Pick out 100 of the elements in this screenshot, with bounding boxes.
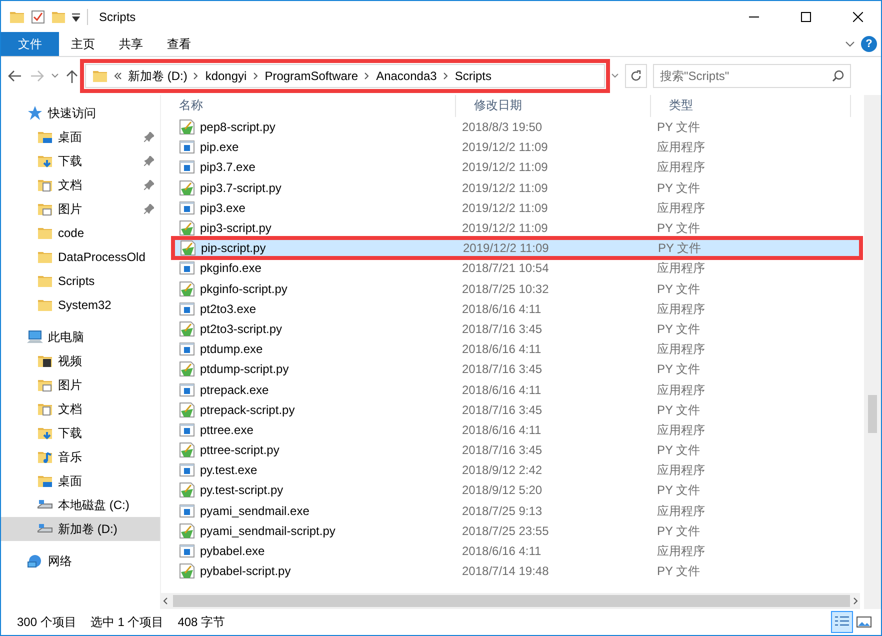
scrollbar-thumb[interactable] (173, 595, 850, 607)
sidebar-item[interactable]: 视频 (1, 349, 160, 373)
file-row[interactable]: ptrepack.exe 2018/6/16 4:11 应用程序 (173, 379, 861, 400)
sidebar-item[interactable]: System32 (1, 293, 160, 317)
ribbon-tab[interactable]: 共享 (107, 32, 155, 56)
sidebar-item[interactable]: 下载 (1, 149, 160, 173)
caret-icon[interactable] (71, 12, 81, 22)
sidebar-item[interactable]: 文档 (1, 173, 160, 197)
breadcrumb-link[interactable]: ProgramSoftware (264, 67, 358, 85)
file-type: 应用程序 (656, 543, 706, 560)
chevron-left-icon[interactable] (161, 597, 169, 605)
sidebar-item[interactable]: 本地磁盘 (C:) (1, 493, 160, 517)
sidebar-item[interactable]: 此电脑 (1, 325, 160, 349)
file-row[interactable]: pip3.7.exe 2019/12/2 11:09 应用程序 (173, 157, 861, 178)
column-header[interactable]: 类型 (651, 95, 851, 117)
sidebar-item[interactable]: 桌面 (1, 125, 160, 149)
properties-icon[interactable] (31, 10, 45, 24)
sidebar-item[interactable]: Scripts (1, 269, 160, 293)
breadcrumb-link[interactable]: kdongyi (205, 67, 247, 85)
file-row[interactable]: pkginfo-script.py 2018/7/25 10:32 PY 文件 (173, 278, 861, 299)
file-row[interactable]: pt2to3.exe 2018/6/16 4:11 应用程序 (173, 298, 861, 319)
breadcrumb-link[interactable]: 新加卷 (D:) (128, 67, 188, 85)
modified-date: 2019/12/2 11:09 (462, 240, 550, 258)
sidebar-item[interactable]: 下载 (1, 421, 160, 445)
folder-icon (37, 201, 53, 217)
back-arrow-icon[interactable] (7, 68, 23, 84)
refresh-button[interactable] (625, 64, 647, 88)
file-row[interactable]: py.test.exe 2018/9/12 2:42 应用程序 (173, 460, 861, 480)
modified-date: 2018/9/12 5:20 (461, 482, 544, 500)
sidebar-item[interactable]: 图片 (1, 197, 160, 221)
folder-icon (37, 353, 53, 369)
chevron-down-icon[interactable] (51, 73, 59, 79)
file-name: ptdump.exe (200, 341, 263, 358)
file-name: ptdump-script.py (200, 361, 289, 378)
file-name: pip.exe (200, 139, 239, 156)
picture-icon (856, 615, 872, 629)
file-row[interactable]: pttree.exe 2018/6/16 4:11 应用程序 (173, 420, 861, 440)
file-name: pt2to3.exe (200, 300, 256, 318)
folder-icon (37, 297, 53, 313)
folder-icon (37, 449, 53, 465)
file-row[interactable]: pip.exe 2019/12/2 11:09 应用程序 (173, 137, 861, 158)
help-button[interactable]: ? (861, 36, 877, 52)
ribbon-tab[interactable]: 文件 (1, 32, 59, 56)
modified-date: 2018/7/16 3:45 (461, 402, 544, 419)
breadcrumb-link[interactable]: Scripts (454, 67, 492, 85)
search-icon (832, 70, 844, 82)
file-row[interactable]: pep8-script.py 2018/8/3 19:50 PY 文件 (173, 117, 861, 138)
sidebar-item[interactable]: 桌面 (1, 469, 160, 493)
file-type: PY 文件 (656, 442, 702, 460)
sidebar-item[interactable]: 音乐 (1, 445, 160, 469)
column-header[interactable]: 修改日期 (456, 95, 651, 117)
chevron-right-icon[interactable] (852, 597, 860, 605)
chevron-right-icon (442, 72, 449, 80)
file-name: pybabel-script.py (200, 563, 291, 580)
modified-date: 2019/12/2 11:09 (461, 159, 549, 176)
chevron-down-icon[interactable] (845, 40, 855, 48)
modified-date: 2019/12/2 11:09 (461, 220, 549, 238)
file-row[interactable]: ptdump-script.py 2018/7/16 3:45 PY 文件 (173, 359, 861, 380)
sidebar-item[interactable]: 快速访问 (1, 101, 160, 125)
maximize-icon (801, 12, 811, 22)
column-header[interactable]: 名称 (161, 95, 456, 117)
file-row[interactable]: py.test-script.py 2018/9/12 5:20 PY 文件 (173, 480, 861, 501)
folder-icon (37, 273, 53, 289)
sidebar-item[interactable]: 文档 (1, 397, 160, 421)
sidebar-item[interactable]: DataProcessOld (1, 245, 160, 269)
file-type: PY 文件 (656, 180, 702, 197)
search-field[interactable]: 搜索"Scripts" (653, 64, 851, 88)
file-row[interactable]: ptrepack-script.py 2018/7/16 3:45 PY 文件 (173, 400, 861, 420)
file-name: ptrepack.exe (200, 382, 269, 399)
sidebar-item[interactable]: 图片 (1, 373, 160, 397)
file-row[interactable]: pip-script.py 2019/12/2 11:09 PY 文件 (173, 238, 861, 258)
file-row[interactable]: pybabel-script.py 2018/7/14 19:48 PY 文件 (173, 561, 861, 582)
file-row[interactable]: pkginfo.exe 2018/7/21 10:54 应用程序 (173, 258, 861, 278)
ribbon-tab[interactable]: 查看 (155, 32, 203, 56)
sidebar-item[interactable]: 网络 (1, 549, 160, 573)
chevron-down-icon[interactable] (611, 73, 619, 79)
modified-date: 2018/6/16 4:11 (461, 422, 542, 439)
breadcrumb-link[interactable]: Anaconda3 (376, 67, 437, 85)
scrollbar-thumb[interactable] (868, 395, 877, 433)
file-row[interactable]: pt2to3-script.py 2018/7/16 3:45 PY 文件 (173, 318, 861, 340)
file-type: 应用程序 (656, 159, 706, 176)
file-name: pep8-script.py (200, 119, 276, 136)
sidebar-item[interactable]: 新加卷 (D:) (1, 517, 160, 541)
folder-icon (37, 401, 53, 417)
file-name: pt2to3-script.py (200, 320, 282, 338)
file-row[interactable]: pip3-script.py 2019/12/2 11:09 PY 文件 (173, 218, 861, 238)
file-row[interactable]: pttree-script.py 2018/7/16 3:45 PY 文件 (173, 440, 861, 460)
horizontal-scrollbar[interactable] (161, 593, 860, 609)
file-row[interactable]: ptdump.exe 2018/6/16 4:11 应用程序 (173, 339, 861, 360)
file-row[interactable]: pyami_sendmail-script.py 2018/7/25 23:55 PY 文件 (173, 520, 861, 541)
vertical-scrollbar[interactable] (864, 95, 881, 609)
file-row[interactable]: pip3.7-script.py 2019/12/2 11:09 PY 文件 (173, 178, 861, 198)
folder-icon (37, 225, 53, 241)
file-row[interactable]: pybabel.exe 2018/6/16 4:11 应用程序 (173, 540, 861, 562)
sidebar-item[interactable]: code (1, 221, 160, 245)
ribbon-tab[interactable]: 主页 (59, 32, 107, 56)
file-row[interactable]: pyami_sendmail.exe 2018/7/25 9:13 应用程序 (173, 500, 861, 521)
file-row[interactable]: pip3.exe 2019/12/2 11:09 应用程序 (173, 198, 861, 218)
view-toggle-button[interactable] (831, 611, 853, 633)
up-arrow-icon[interactable] (65, 68, 79, 84)
